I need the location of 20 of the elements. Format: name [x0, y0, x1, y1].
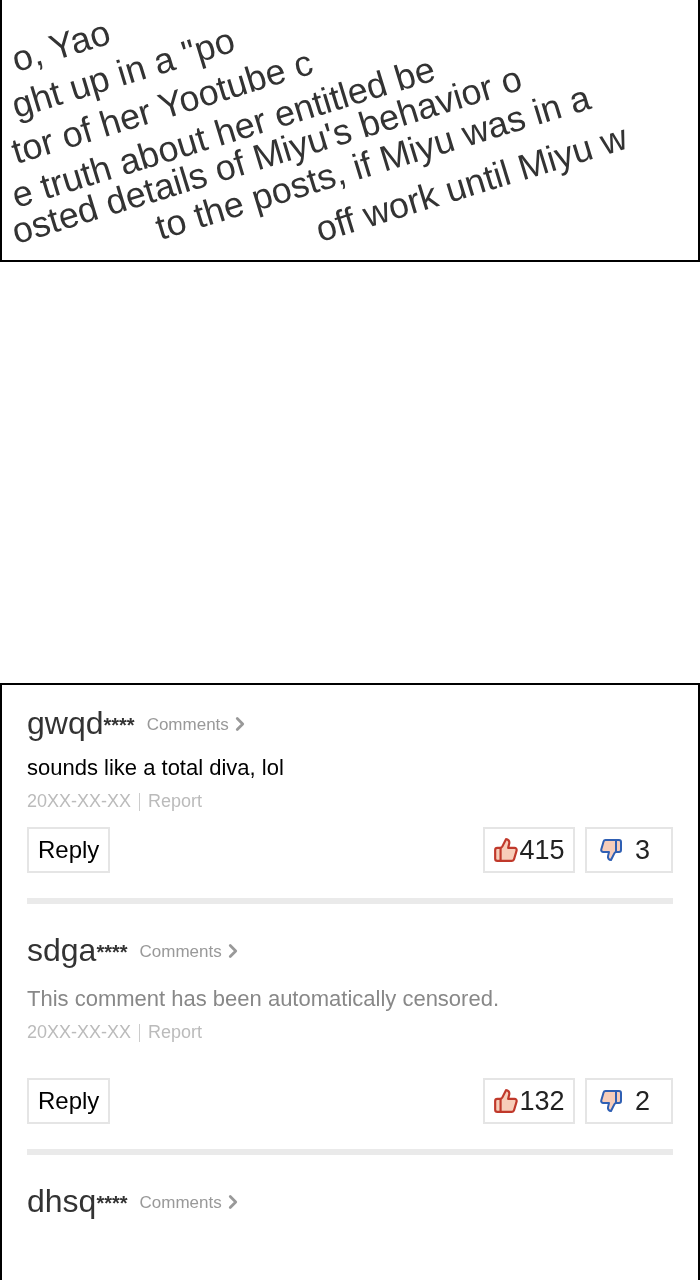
username-mask: ****	[96, 942, 128, 962]
thumbs-up-icon	[493, 1088, 520, 1114]
username-mask: ****	[96, 1193, 128, 1213]
reply-button[interactable]: Reply	[27, 827, 111, 873]
reply-button[interactable]: Reply	[27, 1078, 111, 1124]
username: gwqd	[27, 707, 104, 739]
username-mask: ****	[103, 715, 135, 735]
comment-text: This comment has been automatically censored.	[27, 985, 500, 1013]
like-button[interactable]: 415	[483, 827, 575, 873]
username: sdga	[27, 934, 97, 966]
comment-date: 20XX-XX-XX	[27, 1021, 132, 1044]
dislike-button[interactable]: 2	[585, 1078, 673, 1124]
thumbs-up-icon	[493, 837, 520, 863]
comment-date: 20XX-XX-XX	[27, 790, 132, 813]
like-button[interactable]: 132	[483, 1078, 575, 1124]
thumbs-down-icon	[599, 1089, 623, 1113]
thumbs-down-icon	[599, 838, 623, 862]
dislike-button[interactable]: 3	[585, 827, 673, 873]
username: dhsq	[27, 1185, 97, 1217]
comment-text: sounds like a total diva, lol	[27, 754, 285, 782]
